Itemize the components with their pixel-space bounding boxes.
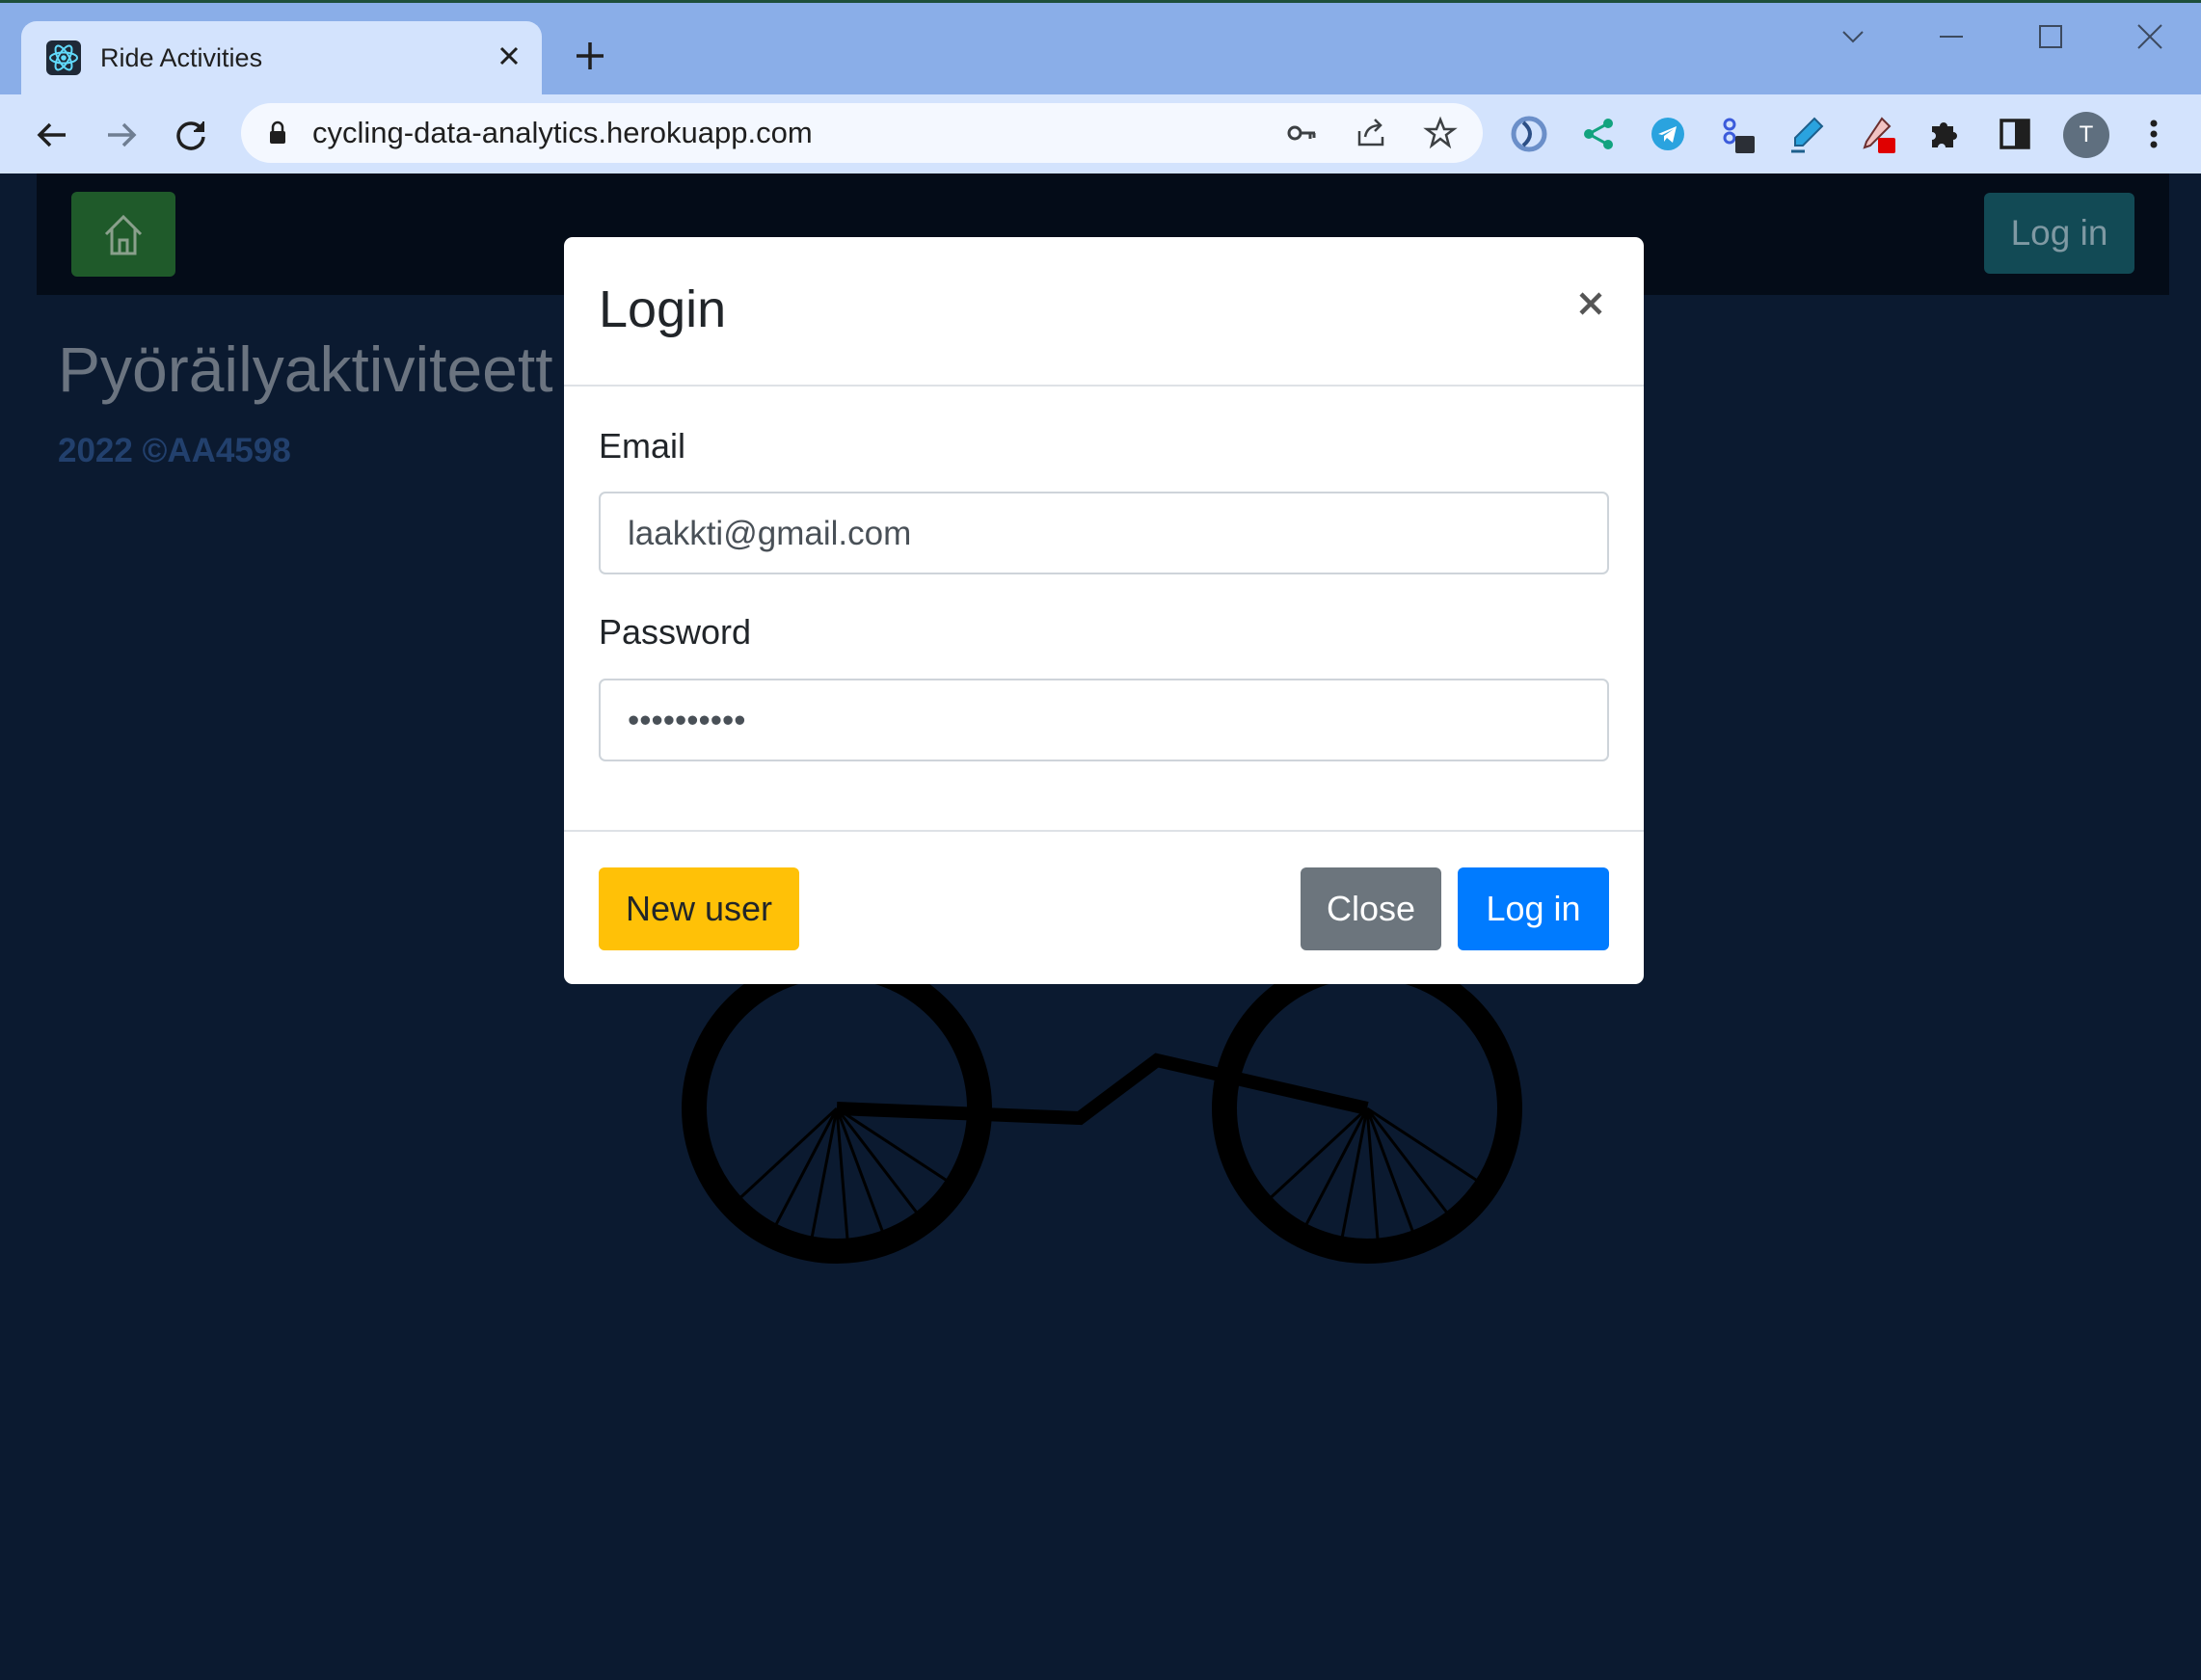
close-button[interactable]: Close (1301, 867, 1441, 950)
forward-arrow-icon[interactable] (100, 114, 143, 156)
browser-toolbar: cycling-data-analytics.herokuapp.com T (0, 94, 2201, 173)
kebab-menu-icon[interactable] (2133, 113, 2175, 155)
key-icon[interactable] (1284, 116, 1319, 150)
email-value: laakkti@gmail.com (628, 515, 912, 552)
bookmark-star-icon[interactable] (1423, 116, 1458, 150)
telegram-icon[interactable] (1647, 113, 1689, 155)
window-close-icon[interactable] (2131, 17, 2169, 56)
back-arrow-icon[interactable] (31, 114, 73, 156)
login-button[interactable]: Log in (1458, 867, 1609, 950)
extensions-puzzle-icon[interactable] (1924, 113, 1967, 155)
password-label: Password (599, 612, 752, 652)
login-modal: Login Email laakkti@gmail.com Password •… (564, 237, 1644, 984)
browser-tab[interactable]: Ride Activities (21, 21, 542, 94)
share-icon[interactable] (1354, 116, 1388, 150)
profile-avatar[interactable]: T (2063, 112, 2109, 158)
modal-footer: New user Close Log in (564, 830, 1644, 984)
modal-title: Login (599, 280, 727, 338)
tab-strip-edge (0, 0, 2201, 3)
url-text[interactable]: cycling-data-analytics.herokuapp.com (312, 116, 813, 150)
minimize-icon[interactable] (1932, 17, 1971, 56)
tab-close-icon[interactable] (492, 39, 526, 73)
maximize-icon[interactable] (2031, 17, 2070, 56)
new-user-button[interactable]: New user (599, 867, 799, 950)
new-tab-icon[interactable] (571, 37, 609, 75)
tab-search-chevron-icon[interactable] (1834, 17, 1872, 56)
password-value: •••••••••• (628, 702, 746, 739)
reload-icon[interactable] (170, 114, 212, 156)
link-extension-icon[interactable] (1716, 113, 1758, 155)
react-favicon-icon (46, 40, 81, 75)
share-extension-icon[interactable] (1577, 113, 1620, 155)
modal-close-icon[interactable] (1574, 287, 1607, 320)
sync-extension-icon[interactable] (1508, 113, 1550, 155)
email-label: Email (599, 426, 686, 466)
browser-tab-strip: Ride Activities (0, 0, 2201, 94)
color-picker-icon[interactable] (1855, 113, 1897, 155)
email-field[interactable]: laakkti@gmail.com (599, 492, 1609, 574)
password-field[interactable]: •••••••••• (599, 679, 1609, 761)
address-bar[interactable]: cycling-data-analytics.herokuapp.com (241, 103, 1483, 163)
highlighter-icon[interactable] (1785, 113, 1828, 155)
modal-header: Login (564, 237, 1644, 387)
side-panel-icon[interactable] (1994, 113, 2036, 155)
tab-title: Ride Activities (100, 43, 263, 72)
lock-icon[interactable] (260, 116, 295, 150)
